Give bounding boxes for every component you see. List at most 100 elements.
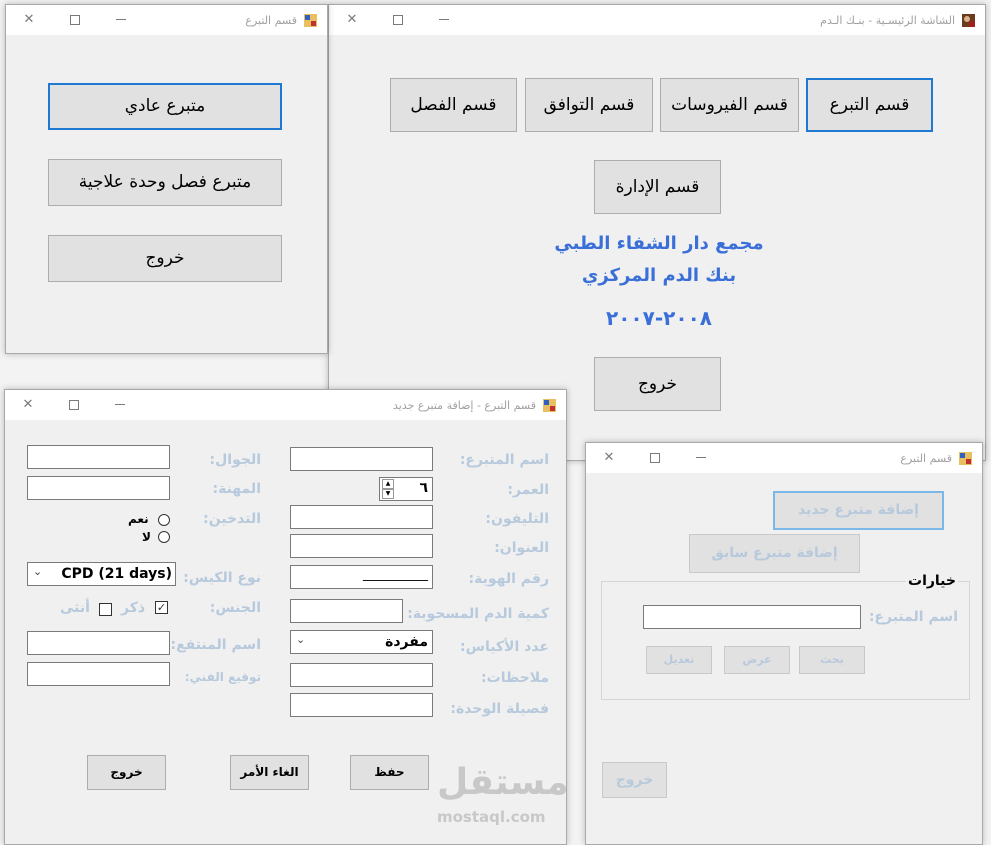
donor-section-exit-button[interactable]: خروج (602, 762, 667, 798)
edit-button[interactable]: تعديل (646, 646, 712, 674)
id-number-mask: __________ (363, 567, 428, 582)
close-icon[interactable]: ✕ (20, 11, 38, 29)
close-icon[interactable]: ✕ (343, 11, 361, 29)
add-donor-window: ✕ قسم التبرع - إضافة متبرع جديد اسم المت… (4, 389, 567, 845)
phone-label: التليفون: (485, 511, 549, 527)
maximize-icon[interactable] (389, 11, 407, 29)
chevron-down-icon: ⌄ (296, 633, 306, 646)
form-icon (304, 14, 317, 27)
age-stepper-up[interactable]: ▲ (382, 479, 394, 489)
minimize-icon[interactable] (435, 11, 453, 29)
donation-type-titlebar: ✕ قسم التبرع (6, 5, 327, 35)
therapeutic-donor-button[interactable]: متبرع فصل وحدة علاجية (48, 159, 282, 206)
donor-name-label: اسم المتبرع: (459, 452, 549, 468)
smoking-yes-label: نعم (128, 512, 149, 526)
job-input[interactable] (27, 476, 170, 500)
age-stepper-down[interactable]: ▼ (382, 489, 394, 499)
mobile-input[interactable] (27, 445, 170, 469)
gender-female-label: أنثى (60, 600, 90, 616)
compatibility-section-button[interactable]: قسم التوافق (525, 78, 653, 132)
options-title: خيارات (906, 573, 958, 589)
admin-section-button[interactable]: قسم الإدارة (594, 160, 721, 214)
maximize-icon[interactable] (646, 449, 664, 467)
main-window-title: الشاشة الرئيسـية - بنـك الـدم (820, 14, 955, 27)
id-number-input[interactable]: __________ (290, 565, 433, 589)
age-stepper[interactable]: ٦ ▲ ▼ (379, 477, 433, 501)
tech-signature-label: توقيع الفني: (184, 670, 261, 684)
maximize-icon[interactable] (66, 11, 84, 29)
phone-input[interactable] (290, 505, 433, 529)
add-new-donor-button[interactable]: إضافة متبرع جديد (773, 491, 944, 530)
blood-type-input[interactable] (290, 693, 433, 717)
close-icon[interactable]: ✕ (600, 449, 618, 467)
donation-section-button[interactable]: قسم التبرع (806, 78, 933, 132)
options-groupbox (601, 581, 970, 700)
bag-count-value: مفردة (385, 634, 428, 650)
maximize-icon[interactable] (65, 396, 83, 414)
save-button[interactable]: حفظ (350, 755, 429, 790)
donation-type-title: قسم التبرع (245, 14, 297, 27)
watermark-latin: mostaql.com (437, 808, 546, 826)
recipient-label: اسم المنتفع: (170, 637, 261, 653)
bag-type-value: CPD (21 days) (61, 566, 172, 582)
tech-signature-input[interactable] (27, 662, 170, 686)
donor-section-window: ✕ قسم التبرع إضافة متبرع جديد إضافة متبر… (585, 442, 983, 845)
age-label: العمر: (507, 482, 549, 498)
gender-male-label: ذكر (121, 600, 146, 616)
blood-type-label: فصيلة الوحدة: (450, 701, 549, 717)
main-exit-button[interactable]: خروج (594, 357, 721, 411)
minimize-icon[interactable] (692, 449, 710, 467)
age-value: ٦ (419, 480, 428, 496)
address-label: العنوان: (494, 540, 549, 556)
job-label: المهنة: (212, 481, 262, 497)
viruses-section-button[interactable]: قسم الفيروسات (660, 78, 799, 132)
smoking-no-radio[interactable] (158, 531, 170, 543)
app-icon (962, 14, 975, 27)
separation-section-button[interactable]: قسم الفصل (390, 78, 517, 132)
bank-name: بنك الدم المركزي (581, 265, 737, 286)
add-donor-titlebar: ✕ قسم التبرع - إضافة متبرع جديد (5, 390, 566, 420)
watermark-arabic: مستقل (437, 762, 567, 803)
blood-amount-label: كمية الدم المسحوبة: (407, 606, 549, 622)
main-window-titlebar: ✕ الشاشة الرئيسـية - بنـك الـدم (329, 5, 985, 35)
donor-name-label: اسم المتبرع: (868, 609, 958, 625)
notes-input[interactable] (290, 663, 433, 687)
smoking-label: التدخين: (203, 511, 261, 527)
donation-type-window: ✕ قسم التبرع متبرع عادي متبرع فصل وحدة ع… (5, 4, 328, 354)
years-label: ٢٠٠٨-٢٠٠٧ (606, 306, 712, 330)
mobile-label: الجوال: (209, 452, 261, 468)
org-name: مجمع دار الشفاء الطبي (554, 233, 764, 254)
recipient-input[interactable] (27, 631, 170, 655)
gender-label: الجنس: (209, 600, 261, 616)
regular-donor-button[interactable]: متبرع عادي (48, 83, 282, 130)
notes-label: ملاحظات: (481, 670, 549, 686)
form-icon (543, 399, 556, 412)
address-input[interactable] (290, 534, 433, 558)
bag-count-label: عدد الأكياس: (460, 639, 549, 655)
smoking-yes-radio[interactable] (158, 514, 170, 526)
add-previous-donor-button[interactable]: إضافة متبرع سابق (689, 534, 860, 573)
donor-name-search-input[interactable] (643, 605, 861, 629)
donor-section-title: قسم التبرع (900, 452, 952, 465)
blood-amount-input[interactable] (290, 599, 403, 623)
close-icon[interactable]: ✕ (19, 396, 37, 414)
donor-name-input[interactable] (290, 447, 433, 471)
add-donor-title: قسم التبرع - إضافة متبرع جديد (393, 399, 536, 412)
bag-type-select[interactable]: CPD (21 days) ⌄ (27, 562, 176, 586)
gender-male-checkbox[interactable]: ✓ (155, 601, 168, 614)
minimize-icon[interactable] (111, 396, 129, 414)
donation-type-exit-button[interactable]: خروج (48, 235, 282, 282)
id-number-label: رقم الهوية: (468, 571, 550, 587)
donor-section-titlebar: ✕ قسم التبرع (586, 443, 982, 473)
add-donor-exit-button[interactable]: خروج (87, 755, 166, 790)
search-button[interactable]: بحث (799, 646, 865, 674)
gender-female-checkbox[interactable] (99, 603, 112, 616)
minimize-icon[interactable] (112, 11, 130, 29)
cancel-button[interactable]: الغاء الأمر (230, 755, 309, 790)
bag-count-select[interactable]: مفردة ⌄ (290, 630, 433, 654)
smoking-no-label: لا (142, 530, 151, 544)
chevron-down-icon: ⌄ (33, 565, 43, 578)
bag-type-label: نوع الكيس: (183, 570, 261, 586)
form-icon (959, 452, 972, 465)
view-button[interactable]: عرض (724, 646, 790, 674)
